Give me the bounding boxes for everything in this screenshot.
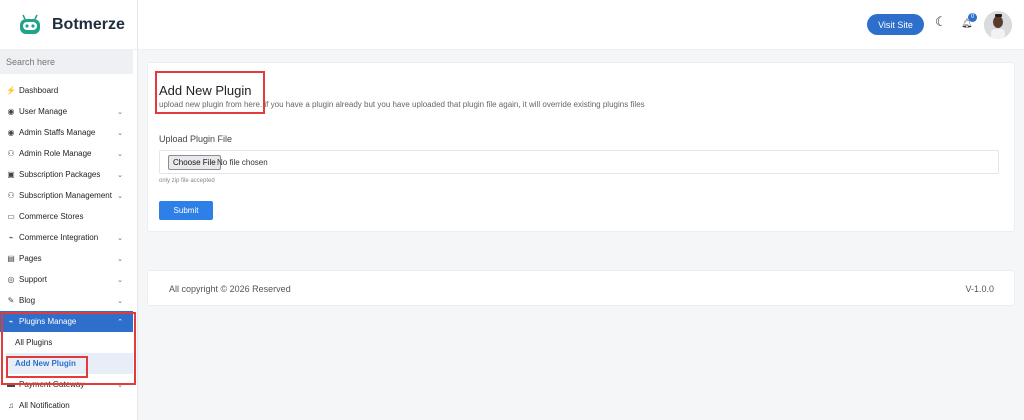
sidebar-item-pages[interactable]: ▤ Pages ⌄ (0, 248, 133, 269)
sidebar-item-subscription-management[interactable]: ⚇ Subscription Management ⌄ (0, 185, 133, 206)
sidebar-item-label: Pages (19, 254, 42, 263)
bell-icon: ♫ (8, 401, 14, 410)
sidebar-item-dashboard[interactable]: ⚡ Dashboard (0, 80, 133, 101)
avatar[interactable] (984, 11, 1012, 39)
page-icon: ▤ (7, 254, 15, 263)
sidebar-item-label: Subscription Packages (19, 170, 101, 179)
sidebar-item-label: Dashboard (19, 86, 59, 95)
visit-site-button[interactable]: Visit Site (867, 14, 924, 35)
sidebar-item-admin-staffs-manage[interactable]: ◉ Admin Staffs Manage ⌄ (0, 122, 133, 143)
chevron-down-icon: ⌄ (117, 150, 123, 158)
sidebar-item-label: Blog (19, 296, 36, 305)
sidebar-item-label: All Notification (19, 401, 70, 410)
sidebar-item-label: User Manage (19, 107, 68, 116)
search-input[interactable] (0, 50, 133, 74)
sidebar-item-all-notification[interactable]: ♫ All Notification (0, 395, 133, 416)
highlight-add-new-plugin (6, 356, 88, 378)
brand[interactable]: Botmerze (0, 0, 137, 50)
chevron-down-icon: ⌄ (117, 171, 123, 179)
choose-file-button[interactable]: Choose File (168, 155, 221, 170)
chevron-down-icon: ⌄ (117, 192, 123, 200)
chevron-down-icon: ⌄ (117, 129, 123, 137)
submit-button[interactable]: Submit (159, 201, 213, 220)
chevron-down-icon: ⌄ (117, 108, 123, 116)
sidebar-item-support[interactable]: ◎ Support ⌄ (0, 269, 133, 290)
brand-name: Botmerze (52, 15, 125, 33)
chevron-down-icon: ⌄ (117, 255, 123, 263)
page-description: upload new plugin from here. if you have… (159, 100, 645, 109)
topbar: Visit Site ☾ 🔔︎ 0 (138, 0, 1024, 50)
support-icon: ◎ (7, 275, 15, 284)
users-icon: ⚇ (7, 149, 15, 158)
sidebar-item-label: Subscription Management (19, 191, 112, 200)
sidebar-item-subscription-packages[interactable]: ▣ Subscription Packages ⌄ (0, 164, 133, 185)
user-icon: ◉ (7, 107, 15, 116)
sidebar-item-label: Commerce Integration (19, 233, 99, 242)
page-title: Add New Plugin (159, 83, 252, 98)
add-plugin-card: Add New Plugin upload new plugin from he… (147, 62, 1015, 232)
sidebar: Botmerze ⚡Dashboard ◉ User Manage ⌄ ◉ Admin S… (0, 0, 138, 420)
footer: All copyright © 2026 Reserved V-1.0.0 (147, 270, 1015, 306)
sidebar-item-label: Support (19, 275, 48, 284)
notification-badge: 0 (968, 13, 977, 22)
user-avatar-icon (984, 11, 1012, 39)
sidebar-item-admin-role-manage[interactable]: ⚇ Admin Role Manage ⌄ (0, 143, 133, 164)
copyright-text: All copyright © 2026 Reserved (169, 284, 291, 294)
upload-field-label: Upload Plugin File (159, 134, 233, 144)
sidebar-item-label: Admin Staffs Manage (19, 128, 96, 137)
version-text: V-1.0.0 (965, 284, 994, 294)
store-icon: ▭ (7, 212, 15, 221)
user-icon: ◉ (7, 128, 15, 137)
plugin-file-input[interactable]: Choose File No file chosen (159, 150, 999, 174)
sidebar-item-blog[interactable]: ✎ Blog ⌄ (0, 290, 133, 311)
sidebar-item-label: Commerce Stores (19, 212, 84, 221)
dark-mode-icon[interactable]: ☾ (935, 14, 947, 30)
chevron-down-icon: ⌄ (117, 297, 123, 305)
file-status: No file chosen (217, 158, 268, 167)
dashboard-icon: ⚡ (6, 86, 16, 95)
sidebar-item-label: Admin Role Manage (19, 149, 92, 158)
file-hint: only zip file accepted (159, 178, 215, 184)
sidebar-item-commerce-integration[interactable]: ⌁ Commerce Integration ⌄ (0, 227, 133, 248)
chevron-down-icon: ⌄ (117, 276, 123, 284)
blog-icon: ✎ (7, 296, 15, 305)
sidebar-item-user-manage[interactable]: ◉ User Manage ⌄ (0, 101, 133, 122)
sidebar-item-commerce-stores[interactable]: ▭ Commerce Stores (0, 206, 133, 227)
box-icon: ▣ (7, 170, 15, 179)
users-icon: ⚇ (7, 191, 15, 200)
chevron-down-icon: ⌄ (117, 234, 123, 242)
robot-logo-icon (20, 14, 40, 34)
plug-icon: ⌁ (8, 233, 14, 242)
